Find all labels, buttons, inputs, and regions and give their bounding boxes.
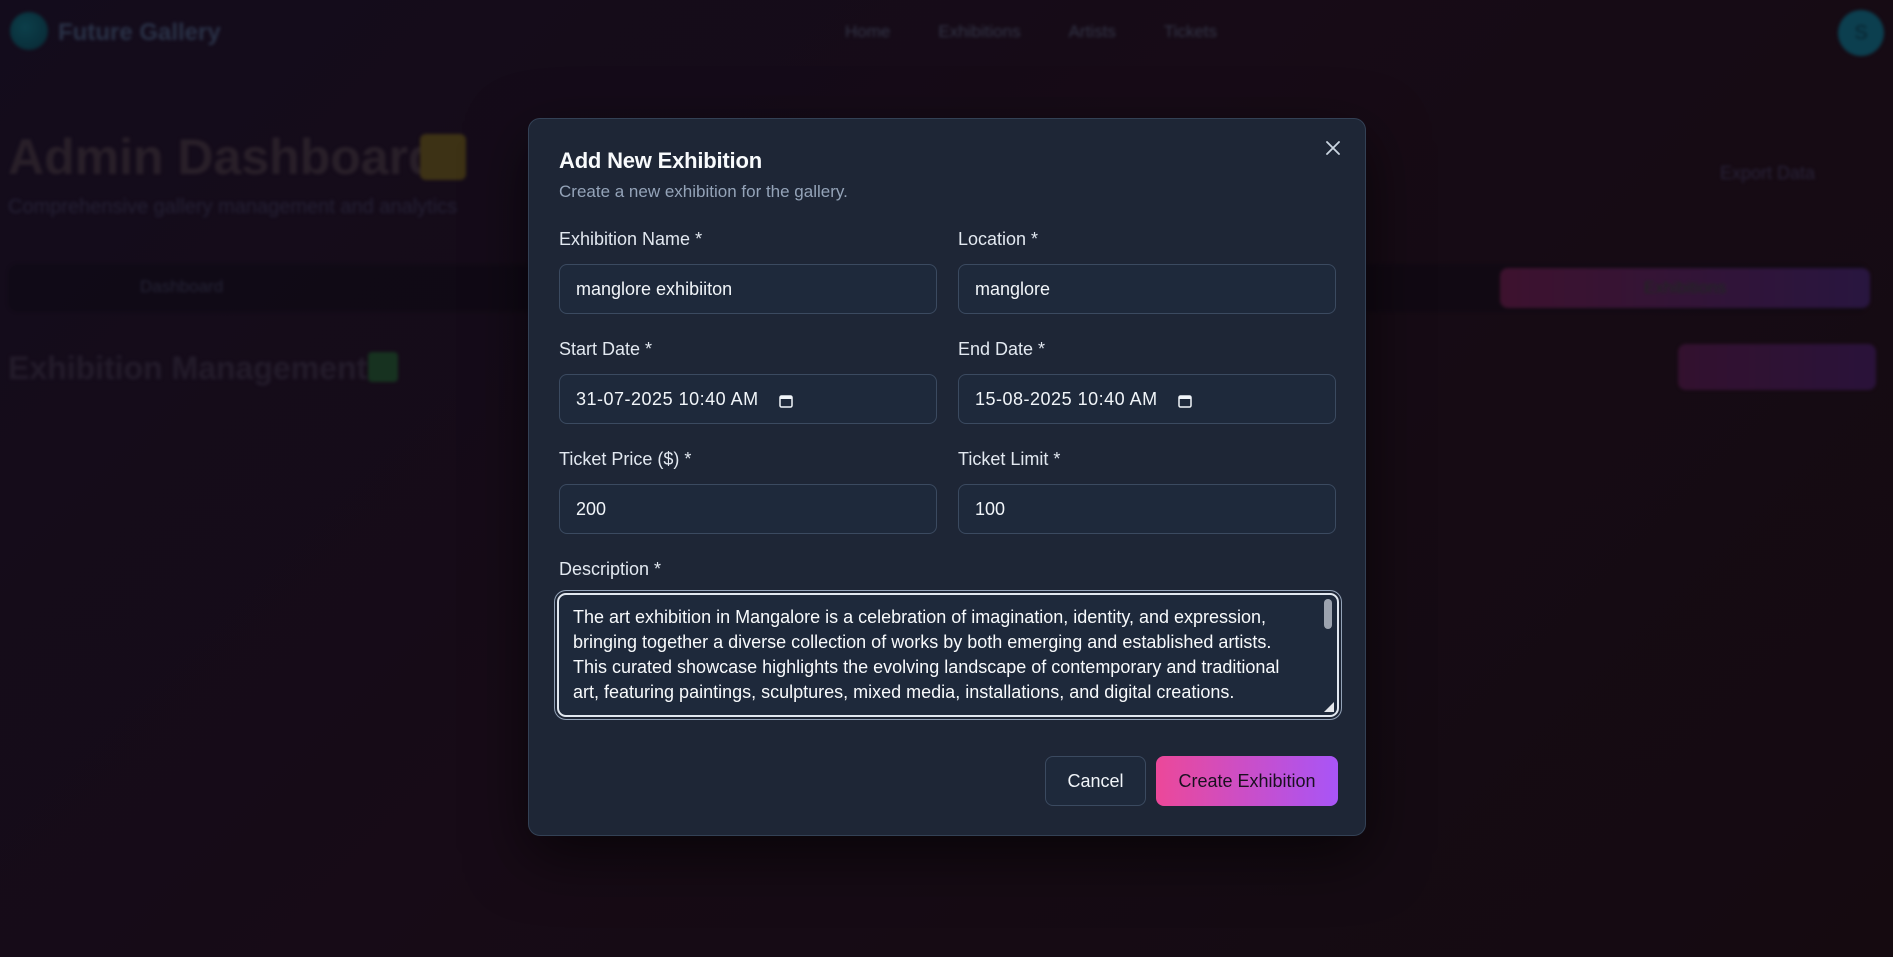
close-icon[interactable] — [1321, 137, 1345, 161]
calendar-icon[interactable] — [778, 392, 793, 408]
start-date-input[interactable]: 31-07-2025 10:40 AM — [559, 374, 937, 424]
location-label: Location * — [958, 229, 1039, 249]
ticket-price-input[interactable]: 200 — [559, 484, 937, 534]
create-exhibition-button[interactable]: Create Exhibition — [1156, 756, 1338, 806]
description-label: Description * — [559, 559, 662, 579]
calendar-icon[interactable] — [1177, 392, 1192, 408]
ticket-price-label: Ticket Price ($) * — [559, 449, 692, 469]
end-date-label: End Date * — [958, 339, 1046, 359]
add-exhibition-dialog: Add New Exhibition Create a new exhibiti… — [528, 118, 1366, 836]
dialog-description: Create a new exhibition for the gallery. — [559, 182, 848, 201]
location-input[interactable]: manglore — [958, 264, 1336, 314]
ticket-price-value: 200 — [576, 498, 607, 519]
exhibition-name-input[interactable]: manglore exhibiiton — [559, 264, 937, 314]
exhibition-name-value: manglore exhibiiton — [576, 278, 733, 299]
description-value: The art exhibition in Mangalore is a cel… — [573, 607, 1280, 702]
cancel-button[interactable]: Cancel — [1045, 756, 1146, 806]
scrollbar-thumb[interactable] — [1324, 599, 1332, 629]
ticket-limit-input[interactable]: 100 — [958, 484, 1336, 534]
start-date-value: 31-07-2025 10:40 AM — [576, 388, 759, 409]
textarea-scrollbar[interactable] — [1323, 599, 1333, 711]
start-date-label: Start Date * — [559, 339, 653, 359]
end-date-input[interactable]: 15-08-2025 10:40 AM — [958, 374, 1336, 424]
dialog-title: Add New Exhibition — [559, 148, 762, 173]
description-textarea[interactable]: The art exhibition in Mangalore is a cel… — [557, 593, 1339, 717]
exhibition-name-label: Exhibition Name * — [559, 229, 703, 249]
ticket-limit-value: 100 — [975, 498, 1006, 519]
ticket-limit-label: Ticket Limit * — [958, 449, 1061, 469]
end-date-value: 15-08-2025 10:40 AM — [975, 388, 1158, 409]
location-value: manglore — [975, 278, 1051, 299]
